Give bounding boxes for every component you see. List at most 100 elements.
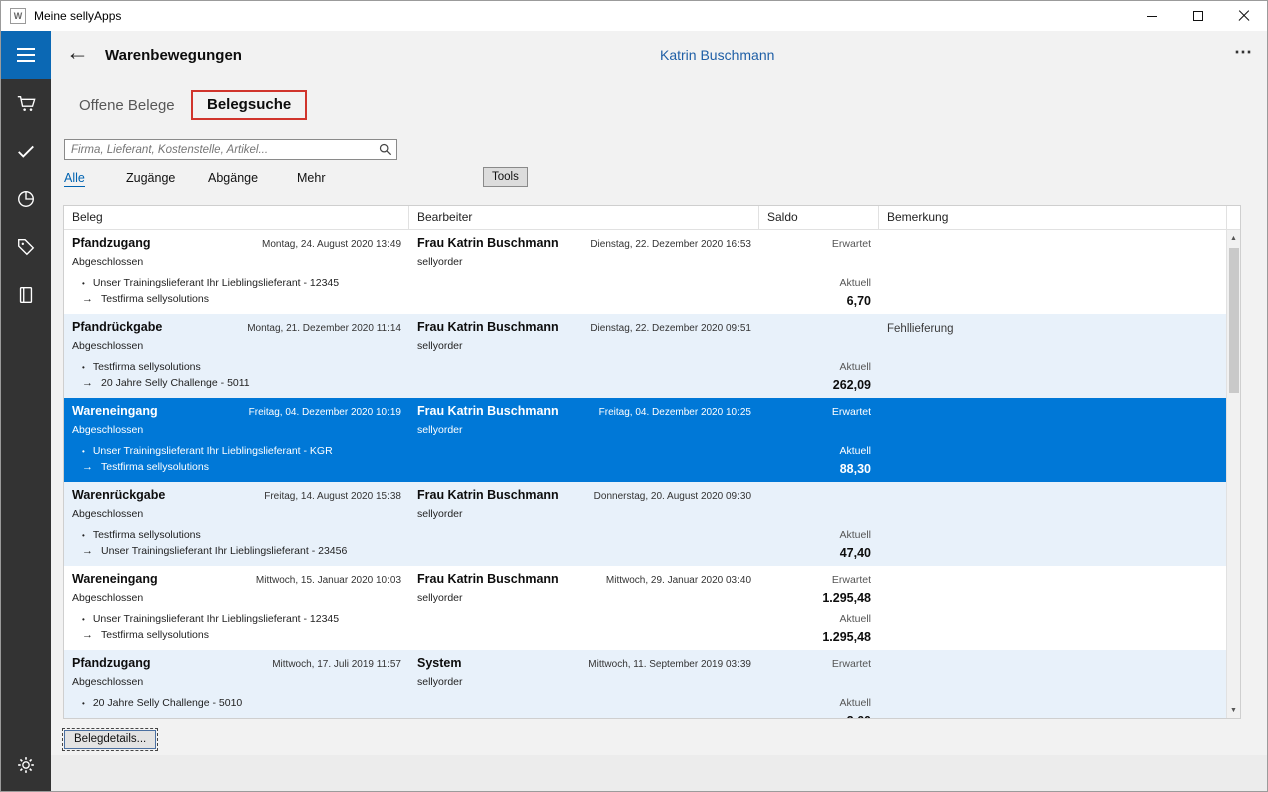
filter-abgaenge[interactable]: Abgänge [208,171,258,185]
expected-label: Erwartet [767,403,871,422]
vertical-scrollbar[interactable]: ▲ ▼ [1226,206,1240,718]
filter-mehr[interactable]: Mehr [297,171,325,185]
table-header: Beleg Bearbeiter Saldo Bemerkung [64,206,1226,230]
sidebar-item-reports[interactable] [1,175,51,223]
saldo-cell: Erwartet Aktuell 88,30 [759,398,879,482]
search-input[interactable] [65,144,374,156]
minimize-button[interactable] [1129,1,1175,31]
hamburger-icon [17,48,35,62]
bullet-icon: • [82,615,85,624]
saldo-cell: Erwartet Aktuell 6,70 [759,230,879,314]
menu-button[interactable] [1,31,51,79]
window-controls [1129,1,1267,31]
editor-date: Dienstag, 22. Dezember 2020 16:53 [590,239,751,250]
editor-app: sellyorder [417,424,751,436]
editor-date: Freitag, 04. Dezember 2020 10:25 [599,407,751,418]
table-row[interactable]: Pfandrückgabe Montag, 21. Dezember 2020 … [64,314,1226,398]
sidebar-item-prices[interactable] [1,223,51,271]
column-beleg[interactable]: Beleg [64,206,409,229]
tag-icon [16,237,36,257]
bearbeiter-cell: Frau Katrin Buschmann Dienstag, 22. Deze… [409,230,759,314]
doc-date: Montag, 21. Dezember 2020 11:14 [247,323,401,334]
pie-chart-icon [16,189,36,209]
arrow-icon: → [82,545,93,557]
belegdetails-button[interactable]: Belegdetails... [64,730,156,749]
table-row[interactable]: Wareneingang Mittwoch, 15. Januar 2020 1… [64,566,1226,650]
saldo-cell: Erwartet Aktuell 2,60 [759,650,879,718]
doc-status: Abgeschlossen [72,424,401,436]
bearbeiter-cell: Frau Katrin Buschmann Mittwoch, 29. Janu… [409,566,759,650]
table-row[interactable]: Wareneingang Freitag, 04. Dezember 2020 … [64,398,1226,482]
back-button[interactable]: ← [66,39,89,66]
filter-alle[interactable]: Alle [64,171,85,187]
arrow-icon: → [82,293,93,305]
more-button[interactable]: ⋯ [1234,42,1252,63]
expected-label: Erwartet [767,235,871,254]
column-saldo[interactable]: Saldo [759,206,879,229]
doc-source-line: • Unser Trainingslieferant Ihr Lieblings… [72,613,401,625]
editor-app: sellyorder [417,676,751,688]
column-bemerkung[interactable]: Bemerkung [879,206,1226,229]
scrollbar-headspace [1227,206,1240,230]
actual-value: 47,40 [767,545,871,564]
table-row[interactable]: Pfandzugang Mittwoch, 17. Juli 2019 11:5… [64,650,1226,718]
user-name[interactable]: Katrin Buschmann [660,47,774,63]
sidebar-item-settings[interactable] [1,741,51,789]
editor-name: Frau Katrin Buschmann [417,488,559,502]
actual-value: 88,30 [767,461,871,480]
actual-label: Aktuell [767,610,871,629]
tab-offene-belege[interactable]: Offene Belege [79,97,175,114]
table-row[interactable]: Pfandzugang Montag, 24. August 2020 13:4… [64,230,1226,314]
sidebar-item-journal[interactable] [1,271,51,319]
doc-target-line: → Testfirma sellysolutions [72,293,401,305]
documents-table: Beleg Bearbeiter Saldo Bemerkung Pfandzu… [63,205,1241,719]
actual-value: 262,09 [767,377,871,396]
bullet-icon: • [82,531,85,540]
actual-label: Aktuell [767,526,871,545]
expected-label [767,487,871,506]
scrollbar-thumb[interactable] [1229,248,1239,393]
expected-value: 1.295,48 [767,590,871,609]
bullet-icon: • [82,699,85,708]
close-button[interactable] [1221,1,1267,31]
doc-status: Abgeschlossen [72,508,401,520]
tools-button[interactable]: Tools [483,167,528,187]
doc-type: Wareneingang [72,572,158,586]
column-bearbeiter[interactable]: Bearbeiter [409,206,759,229]
tab-belegsuche[interactable]: Belegsuche [191,90,307,120]
bullet-icon: • [82,279,85,288]
doc-source-line: • 20 Jahre Selly Challenge - 5010 [72,697,401,709]
doc-status: Abgeschlossen [72,676,401,688]
doc-status: Abgeschlossen [72,592,401,604]
expected-label: Erwartet [767,571,871,590]
title-bar: W Meine sellyApps [1,1,1267,31]
editor-name: Frau Katrin Buschmann [417,236,559,250]
beleg-cell: Pfandrückgabe Montag, 21. Dezember 2020 … [64,314,409,398]
actual-label: Aktuell [767,274,871,293]
bearbeiter-cell: Frau Katrin Buschmann Freitag, 04. Dezem… [409,398,759,482]
sidebar-item-tasks[interactable] [1,127,51,175]
maximize-button[interactable] [1175,1,1221,31]
note-cell [879,650,1226,718]
doc-source: Unser Trainingslieferant Ihr Lieblingsli… [93,277,339,289]
scroll-up-button[interactable]: ▲ [1227,230,1241,246]
actual-value: 1.295,48 [767,629,871,648]
doc-type: Pfandzugang [72,656,150,670]
app-window: W Meine sellyApps [0,0,1268,792]
doc-target: 20 Jahre Selly Challenge - 5011 [101,377,250,389]
scroll-down-button[interactable]: ▼ [1227,702,1241,718]
sidebar-item-cart[interactable] [1,79,51,127]
doc-source-line: • Unser Trainingslieferant Ihr Lieblings… [72,445,401,457]
doc-source: Testfirma sellysolutions [93,529,201,541]
expected-label [767,319,871,338]
maximize-icon [1193,11,1203,21]
cart-icon [16,93,36,113]
filter-zugaenge[interactable]: Zugänge [126,171,175,185]
expected-value [767,254,871,273]
actual-value: 2,60 [767,713,871,718]
bearbeiter-cell: System Mittwoch, 11. September 2019 03:3… [409,650,759,718]
note-cell [879,230,1226,314]
doc-date: Freitag, 04. Dezember 2020 10:19 [249,407,401,418]
search-icon[interactable] [374,143,396,156]
table-row[interactable]: Warenrückgabe Freitag, 14. August 2020 1… [64,482,1226,566]
